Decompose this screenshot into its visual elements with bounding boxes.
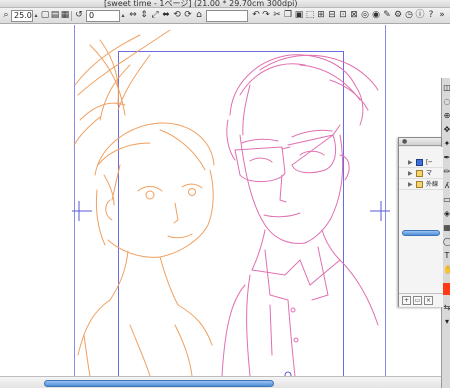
- new-document-icon[interactable]: ▢: [40, 10, 50, 21]
- layer-folder-icon: [416, 170, 423, 177]
- brush-panel-icon[interactable]: ✎: [382, 10, 392, 21]
- layer-panel-icon[interactable]: ⊠: [349, 10, 359, 21]
- rotate-left-icon[interactable]: ⟲: [172, 10, 182, 21]
- history-icon[interactable]: ◷: [404, 10, 414, 21]
- new-layer-icon[interactable]: +: [402, 296, 411, 305]
- rotate-right-icon[interactable]: ⟳: [183, 10, 193, 21]
- horizontal-scroll-thumb[interactable]: [44, 380, 274, 387]
- registration-marks: [72, 201, 390, 376]
- palette-scroll-thumb[interactable]: [402, 230, 440, 236]
- layer-row[interactable]: ▶ マ: [399, 168, 443, 179]
- zoom-stepper[interactable]: ▴: [33, 11, 39, 21]
- zoom-icon[interactable]: ⌕: [1, 10, 11, 21]
- lasso-tool-icon[interactable]: ◌: [443, 96, 450, 108]
- gradient-tool-icon[interactable]: ▦: [443, 222, 450, 234]
- cut-icon[interactable]: ✂: [272, 10, 282, 21]
- flip-vertical-icon[interactable]: ⇕: [139, 10, 149, 21]
- move-tool-icon[interactable]: ✥: [443, 124, 450, 136]
- expand-triangle-icon[interactable]: ▶: [408, 168, 413, 178]
- fit-screen-icon[interactable]: ⤢: [150, 10, 160, 21]
- pen-tool-icon[interactable]: ✒: [443, 152, 450, 164]
- toolbar-overflow-icon[interactable]: »: [437, 10, 447, 21]
- select-all-icon[interactable]: ⬚: [305, 10, 315, 21]
- redo-icon[interactable]: ↷: [261, 10, 271, 21]
- color-panel-icon[interactable]: ◉: [371, 10, 381, 21]
- layer-palette: ● ▶ [─ ▶ マ ▶ 外線 + ▭ ×: [398, 137, 443, 307]
- tool-more-icon[interactable]: ▾: [443, 316, 450, 328]
- zoom-input[interactable]: 25.0: [11, 10, 33, 22]
- expand-triangle-icon[interactable]: ▶: [408, 157, 413, 167]
- help-icon[interactable]: ?: [426, 10, 436, 21]
- current-color-swatch[interactable]: [443, 283, 450, 295]
- horizontal-scrollbar[interactable]: [0, 376, 441, 388]
- layer-label: 外線: [426, 181, 439, 188]
- palette-title-bar[interactable]: ●: [399, 138, 441, 146]
- rotation-stepper[interactable]: ▴: [120, 11, 126, 21]
- flip-horizontal-icon[interactable]: ⇔: [128, 10, 138, 21]
- main-toolbar: ⌕ 25.0 ▴ ▢ ▤ ▦ ↺ 0 ▴ ⇔ ⇕ ⤢ ⬌ ⟲ ⟳ ⌂ ↶ ↷ ✂…: [0, 8, 450, 24]
- selection-tool-icon[interactable]: ◫: [443, 82, 450, 94]
- pencil-tool-icon[interactable]: ✏: [443, 166, 450, 178]
- info-icon[interactable]: ⓘ: [415, 10, 425, 21]
- zoom-tool-icon[interactable]: ⊕: [443, 110, 450, 122]
- brush-tool-icon[interactable]: ʎ: [443, 180, 450, 192]
- sketch-artwork: [72, 29, 390, 376]
- brush-size-input[interactable]: [206, 10, 248, 22]
- fit-width-icon[interactable]: ⬌: [161, 10, 171, 21]
- close-icon[interactable]: ●: [402, 139, 407, 145]
- new-page-icon[interactable]: ▤: [50, 10, 60, 21]
- undo-icon[interactable]: ↶: [251, 10, 261, 21]
- magic-wand-tool-icon[interactable]: ✦: [443, 138, 450, 150]
- navigator-icon[interactable]: ◎: [360, 10, 370, 21]
- text-tool-icon[interactable]: T: [443, 250, 450, 262]
- layer-list: ▶ [─ ▶ マ ▶ 外線 + ▭ ×: [399, 147, 443, 307]
- drawing-canvas[interactable]: [0, 25, 441, 376]
- copy-icon[interactable]: ❐: [283, 10, 293, 21]
- layer-folder-icon: [416, 181, 423, 188]
- tool-options-icon[interactable]: ⚙: [393, 10, 403, 21]
- hand-tool-icon[interactable]: ✋: [443, 264, 450, 276]
- layer-row[interactable]: ▶ 外線: [399, 179, 443, 190]
- rotation-input[interactable]: 0: [86, 10, 120, 22]
- ruler-icon[interactable]: ⊟: [327, 10, 337, 21]
- expand-triangle-icon[interactable]: ▶: [408, 179, 413, 189]
- snap-icon[interactable]: ⊡: [338, 10, 348, 21]
- layer-row[interactable]: ▶ [─: [399, 157, 443, 168]
- layer-folder-icon: [416, 159, 423, 166]
- new-folder-icon[interactable]: ▭: [413, 296, 422, 305]
- save-icon[interactable]: ▦: [60, 10, 70, 21]
- reset-view-icon[interactable]: ⌂: [194, 10, 204, 21]
- layer-label: マ: [426, 170, 433, 177]
- palette-button-bar: + ▭ ×: [399, 293, 443, 307]
- delete-layer-icon[interactable]: ×: [424, 296, 433, 305]
- shape-tool-icon[interactable]: ◯: [443, 236, 450, 248]
- fill-tool-icon[interactable]: ◈: [443, 208, 450, 220]
- orange-sketch-figure: [73, 29, 215, 376]
- title-bar[interactable]: [sweet time - 1ページ] (21.00 * 29.70cm 300…: [0, 0, 450, 8]
- app-window: [sweet time - 1ページ] (21.00 * 29.70cm 300…: [0, 0, 450, 388]
- rotate-icon[interactable]: ↺: [74, 10, 84, 21]
- paste-icon[interactable]: ▣: [294, 10, 304, 21]
- layer-label: [─: [426, 159, 432, 166]
- swap-colors-icon[interactable]: ⇆: [443, 302, 450, 314]
- pink-sketch-figure: [221, 54, 379, 376]
- eraser-tool-icon[interactable]: ▭: [443, 194, 450, 206]
- grid-icon[interactable]: ⊞: [316, 10, 326, 21]
